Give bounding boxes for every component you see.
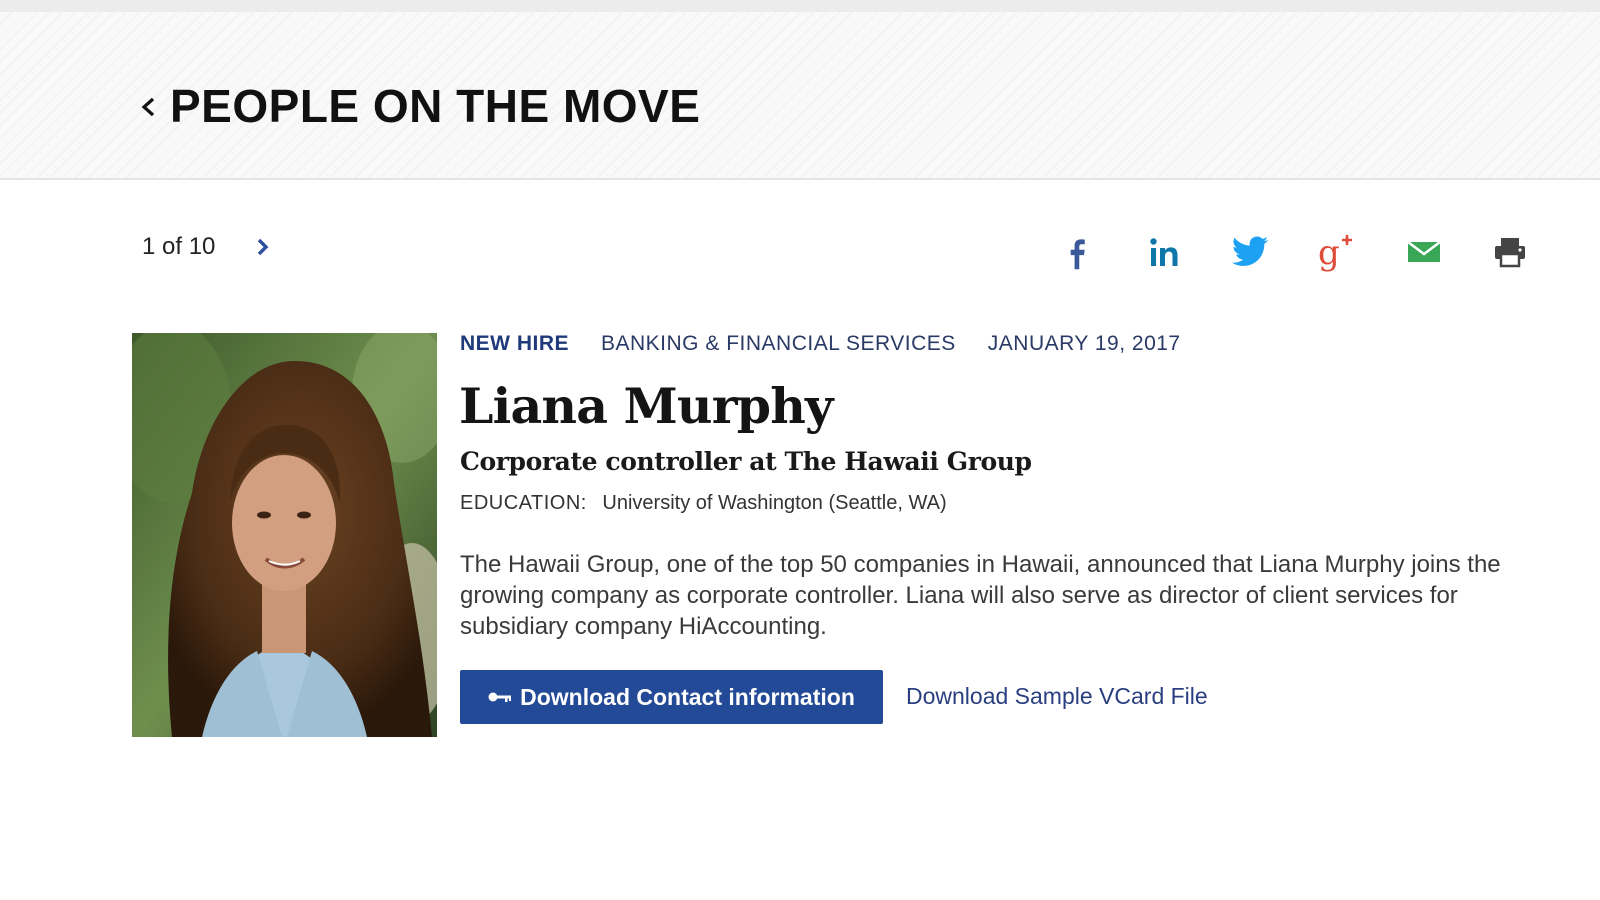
download-vcard-link[interactable]: Download Sample VCard File (906, 682, 1208, 710)
education-label: EDUCATION: (460, 492, 587, 514)
hire-type-tag[interactable]: NEW HIRE (460, 330, 569, 358)
education-value: University of Washington (Seattle, WA) (602, 492, 947, 514)
download-contact-label: Download Contact information (520, 683, 855, 710)
industry-tag[interactable]: BANKING & FINANCIAL SERVICES (601, 330, 956, 358)
email-icon[interactable] (1402, 230, 1446, 274)
svg-text:g: g (1318, 233, 1340, 272)
back-link[interactable]: PEOPLE ON THE MOVE (138, 82, 700, 130)
print-icon[interactable] (1488, 230, 1532, 274)
education-row: EDUCATION: University of Washington (Sea… (460, 490, 947, 516)
linkedin-icon[interactable] (1142, 230, 1186, 274)
key-icon (488, 692, 512, 702)
facebook-icon[interactable] (1056, 230, 1100, 274)
pager: 1 of 10 (142, 233, 271, 261)
pager-count: 1 of 10 (142, 233, 216, 260)
profile-meta: NEW HIRE BANKING & FINANCIAL SERVICES JA… (460, 330, 1181, 358)
twitter-icon[interactable] (1228, 230, 1272, 274)
page-header: PEOPLE ON THE MOVE (0, 12, 1600, 180)
person-job-title: Corporate controller at The Hawaii Group (460, 447, 1032, 476)
google-plus-icon[interactable]: g (1314, 230, 1358, 274)
person-name: Liana Murphy (459, 377, 834, 435)
download-contact-button[interactable]: Download Contact information (460, 670, 883, 724)
publish-date: JANUARY 19, 2017 (987, 332, 1181, 355)
bio-text: The Hawaii Group, one of the top 50 comp… (460, 551, 1501, 640)
chevron-right-icon[interactable] (255, 235, 271, 259)
browser-top-strip (0, 0, 1600, 12)
chevron-left-icon[interactable] (138, 89, 160, 123)
section-title: PEOPLE ON THE MOVE (170, 80, 701, 132)
profile-photo (132, 333, 437, 737)
